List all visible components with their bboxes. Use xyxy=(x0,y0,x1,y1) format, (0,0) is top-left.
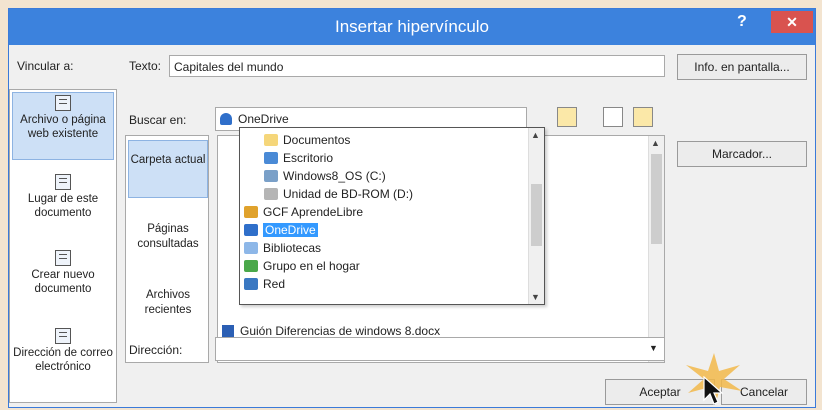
nav-existing-file-label: Archivo o página web existente xyxy=(20,114,106,140)
bookmark-button[interactable]: Marcador... xyxy=(677,141,807,167)
text-label: Texto: xyxy=(129,59,162,73)
tab-browsed-pages[interactable]: Páginas consultadas xyxy=(128,216,208,264)
dropdown-item-windows-drive[interactable]: Windows8_OS (C:) xyxy=(264,168,386,184)
scrollbar-thumb[interactable] xyxy=(651,154,662,244)
homegroup-icon xyxy=(244,260,258,272)
chevron-down-icon[interactable]: ▼ xyxy=(649,343,658,353)
new-document-icon xyxy=(55,250,71,266)
dropdown-item-red[interactable]: Red xyxy=(244,276,285,292)
scroll-up-icon[interactable]: ▲ xyxy=(651,138,660,148)
look-in-label: Buscar en: xyxy=(129,113,187,127)
help-button[interactable]: ? xyxy=(737,13,747,31)
browse-file-icon[interactable] xyxy=(633,107,653,127)
text-input[interactable]: Capitales del mundo xyxy=(169,55,665,77)
dropdown-item-bibliotecas[interactable]: Bibliotecas xyxy=(244,240,321,256)
folder-icon xyxy=(264,134,278,146)
screen-tip-button[interactable]: Info. en pantalla... xyxy=(677,54,807,80)
nav-create-label: Crear nuevo documento xyxy=(31,269,95,295)
nav-email-address[interactable]: Dirección de correo electrónico xyxy=(12,326,114,398)
link-to-nav: Archivo o página web existente Lugar de … xyxy=(9,89,117,403)
address-label: Dirección: xyxy=(129,343,183,357)
title-bar: Insertar hipervínculo ? ✕ xyxy=(9,9,815,45)
tab-current-folder[interactable]: Carpeta actual xyxy=(128,140,208,198)
tab-recent-files[interactable]: Archivos recientes xyxy=(128,282,208,330)
nav-existing-file-or-web[interactable]: Archivo o página web existente xyxy=(12,92,114,160)
browse-web-icon[interactable] xyxy=(603,107,623,127)
dropdown-item-gcf[interactable]: GCF AprendeLibre xyxy=(244,204,363,220)
file-list-scrollbar[interactable]: ▲ ▼ xyxy=(648,136,664,362)
libraries-icon xyxy=(244,242,258,254)
mouse-cursor-icon xyxy=(703,376,724,405)
dropdown-item-homegroup[interactable]: Grupo en el hogar xyxy=(244,258,360,274)
dropdown-item-documentos[interactable]: Documentos xyxy=(264,132,350,148)
scroll-up-icon[interactable]: ▲ xyxy=(531,130,540,140)
drive-icon xyxy=(264,170,278,182)
dropdown-item-escritorio[interactable]: Escritorio xyxy=(264,150,333,166)
address-input[interactable] xyxy=(215,337,665,361)
nav-email-label: Dirección de correo electrónico xyxy=(13,347,113,373)
onedrive-icon xyxy=(220,113,232,125)
onedrive-icon xyxy=(244,224,258,236)
file-name: Guión Diferencias de windows 8.docx xyxy=(240,324,441,338)
look-in-dropdown: Documentos Escritorio Windows8_OS (C:) U… xyxy=(239,127,545,305)
dropdown-scrollbar[interactable]: ▲ ▼ xyxy=(528,128,544,304)
web-page-icon xyxy=(55,95,71,111)
scrollbar-thumb[interactable] xyxy=(531,184,542,246)
dropdown-item-dvd-drive[interactable]: Unidad de BD-ROM (D:) xyxy=(264,186,413,202)
desktop-icon xyxy=(264,152,278,164)
dialog-title: Insertar hipervínculo xyxy=(334,17,490,36)
nav-place-in-document[interactable]: Lugar de este documento xyxy=(12,172,114,228)
user-folder-icon xyxy=(244,206,258,218)
dropdown-item-onedrive[interactable]: OneDrive xyxy=(244,222,318,238)
hyperlink-dialog: Insertar hipervínculo ? ✕ Vincular a: Ar… xyxy=(8,8,816,408)
look-in-value: OneDrive xyxy=(238,112,289,126)
network-icon xyxy=(244,278,258,290)
close-button[interactable]: ✕ xyxy=(771,11,813,33)
email-icon xyxy=(55,328,71,344)
nav-place-label: Lugar de este documento xyxy=(27,193,99,219)
list-item[interactable]: Guión Diferencias de windows 8.docx xyxy=(222,324,440,338)
word-doc-icon xyxy=(222,325,234,337)
up-folder-icon[interactable] xyxy=(557,107,577,127)
document-place-icon xyxy=(55,174,71,190)
dvd-drive-icon xyxy=(264,188,278,200)
browse-tabs: Carpeta actual Páginas consultadas Archi… xyxy=(125,135,209,363)
scroll-down-icon[interactable]: ▼ xyxy=(531,292,540,302)
link-to-label: Vincular a: xyxy=(17,59,74,73)
nav-create-new-document[interactable]: Crear nuevo documento xyxy=(12,248,114,304)
